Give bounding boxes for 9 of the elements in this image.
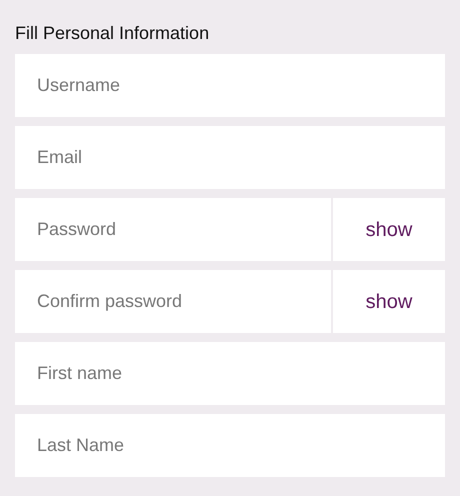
form-title: Fill Personal Information (15, 22, 210, 44)
show-button[interactable]: show (333, 270, 445, 333)
input-field[interactable]: Last Name (15, 414, 445, 477)
password-field[interactable]: Password (15, 198, 331, 261)
input-field[interactable]: First name (15, 342, 445, 405)
input-field[interactable]: Email (15, 126, 445, 189)
input-field[interactable]: Username (15, 54, 445, 117)
show-button[interactable]: show (333, 198, 445, 261)
password-field[interactable]: Confirm password (15, 270, 331, 333)
